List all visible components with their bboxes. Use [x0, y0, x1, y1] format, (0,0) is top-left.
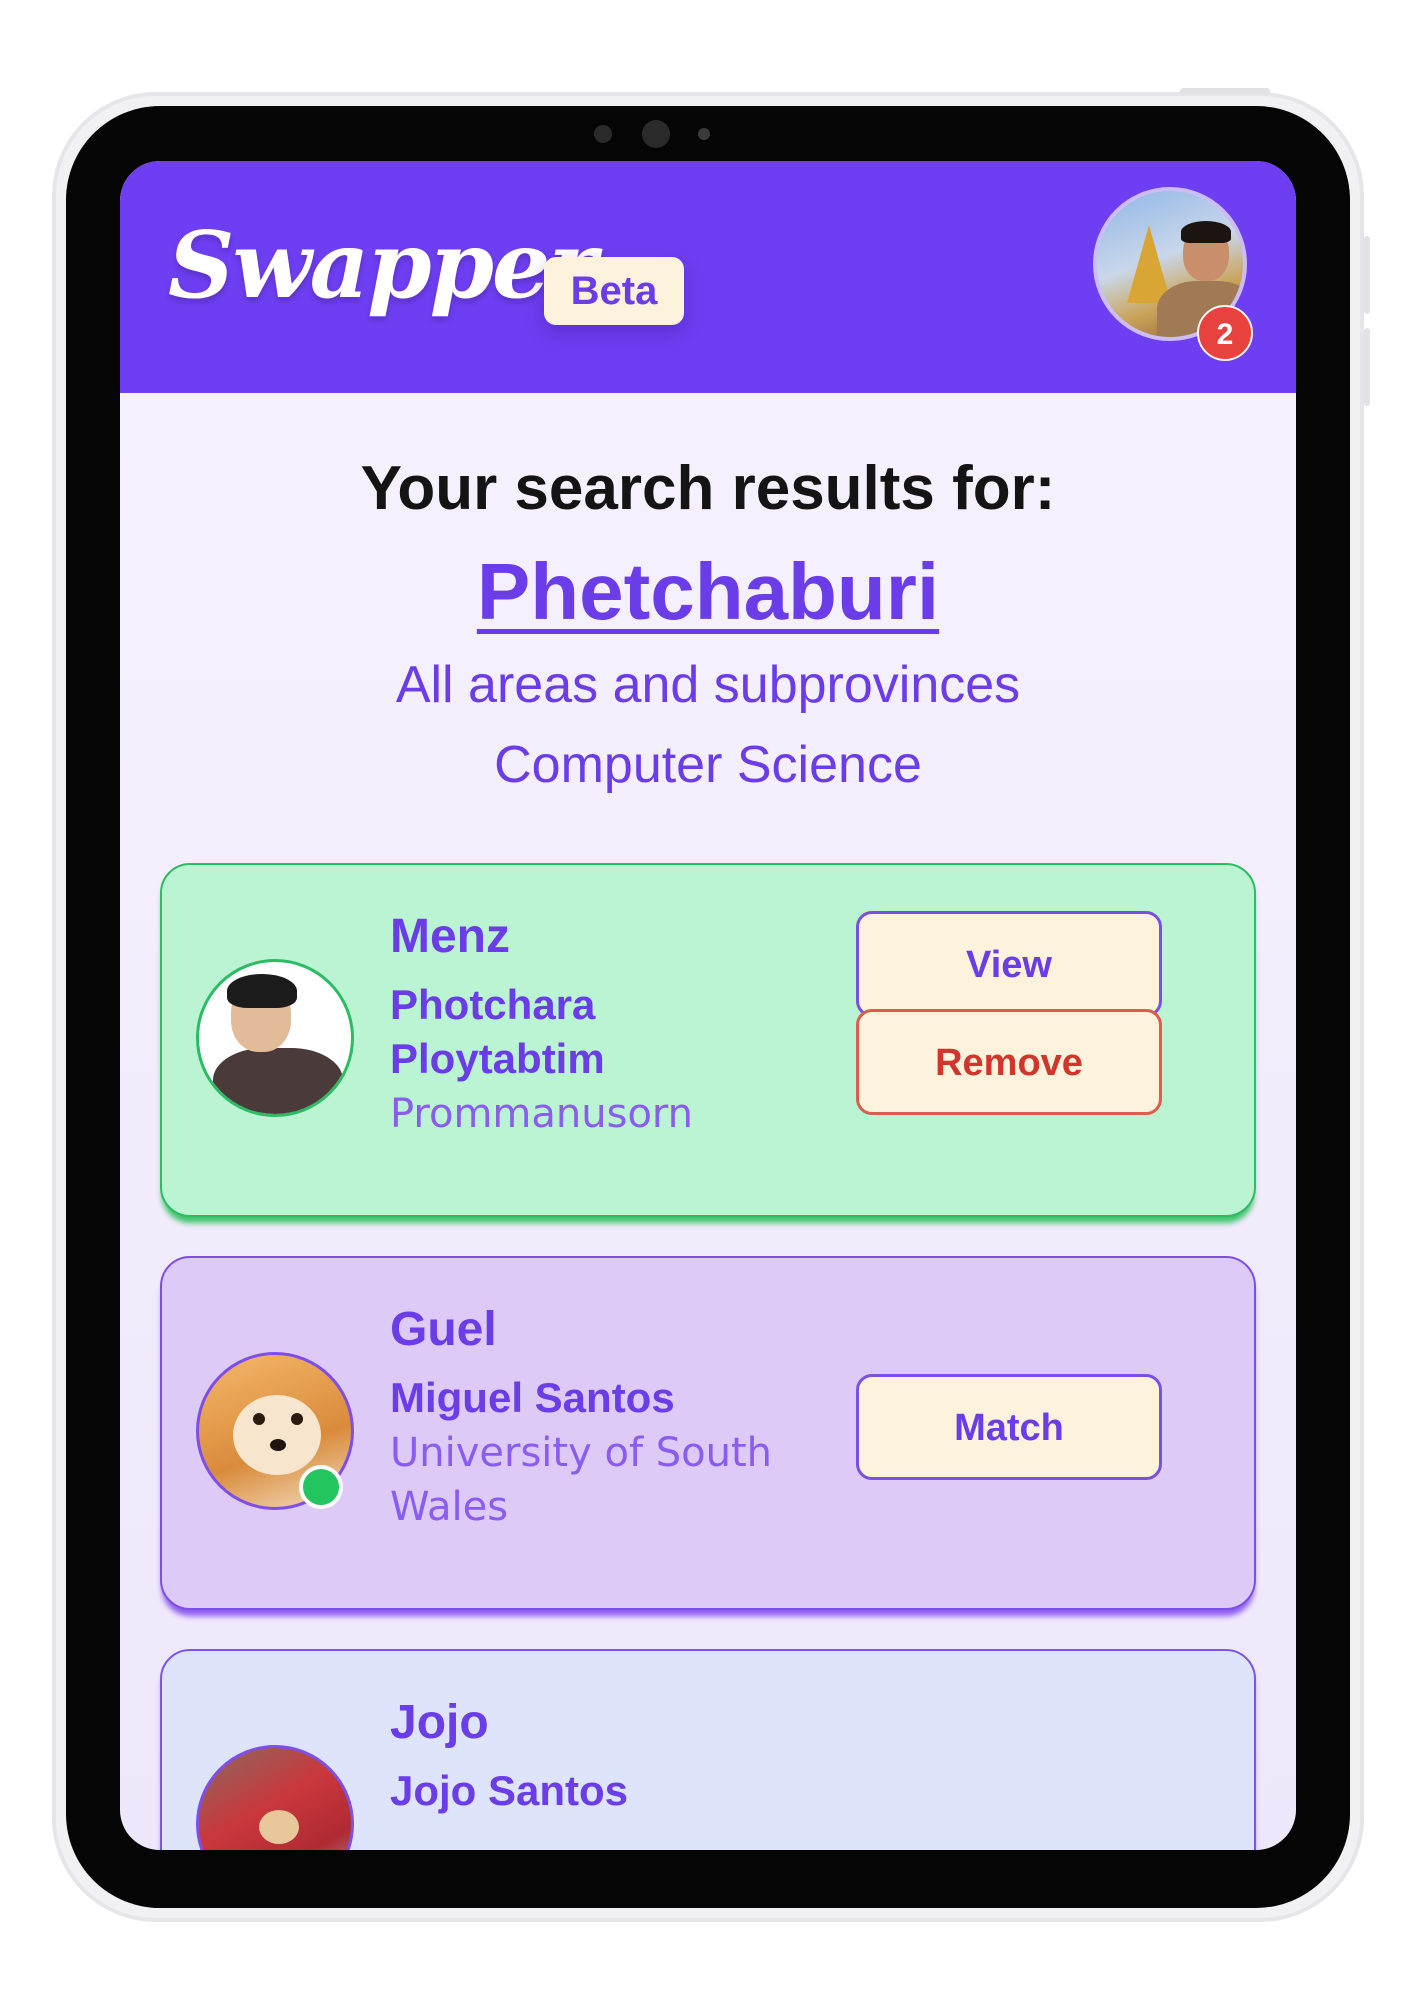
result-card-guel[interactable]: Guel Miguel Santos University of South W…: [160, 1256, 1256, 1610]
avatar-hair-shape: [227, 974, 297, 1008]
beta-badge: Beta: [544, 257, 684, 325]
user-first-name: Photchara: [390, 981, 596, 1028]
user-middle-name: Ploytabtim: [390, 1035, 605, 1082]
user-full-name: Jojo Santos: [390, 1767, 629, 1814]
app-logo[interactable]: Swapper: [168, 211, 597, 319]
result-card-menz[interactable]: Menz Photchara Ploytabtim Prommanusorn V…: [160, 863, 1256, 1217]
user-avatar[interactable]: [196, 1352, 354, 1510]
user-nickname: Menz: [390, 910, 510, 963]
search-location-link[interactable]: Phetchaburi: [120, 546, 1296, 638]
tablet-top-button: [1180, 88, 1270, 94]
avatar-hair-shape: [1181, 221, 1231, 243]
light-sensor: [698, 128, 710, 140]
sensor-dot: [594, 125, 612, 143]
match-button[interactable]: Match: [856, 1374, 1162, 1480]
tablet-volume-down: [1364, 328, 1370, 406]
user-university-line2: Wales: [390, 1484, 509, 1530]
user-avatar[interactable]: [196, 1745, 354, 1850]
result-card-jojo[interactable]: Jojo Jojo Santos: [160, 1649, 1256, 1850]
user-nickname: Guel: [390, 1303, 497, 1356]
cat-shape: [259, 1810, 299, 1844]
search-results-heading: Your search results for:: [360, 454, 1056, 523]
user-avatar[interactable]: [196, 959, 354, 1117]
remove-button[interactable]: Remove: [856, 1009, 1162, 1115]
user-university-line1: University of South: [390, 1430, 773, 1476]
camera-bar: [590, 118, 720, 148]
user-last-name: Prommanusorn: [390, 1091, 694, 1137]
dog-nose-shape: [270, 1439, 286, 1451]
app-header: Swapper Beta 2: [120, 161, 1296, 393]
notification-badge[interactable]: 2: [1197, 305, 1253, 361]
online-status-indicator: [299, 1465, 343, 1509]
tablet-volume-up: [1364, 236, 1370, 314]
view-button[interactable]: View: [856, 911, 1162, 1017]
search-area-label: All areas and subprovinces: [395, 656, 1021, 714]
search-field-label: Computer Science: [494, 736, 922, 794]
avatar-body-shape: [213, 1048, 343, 1114]
user-nickname: Jojo: [390, 1696, 489, 1749]
dog-face-shape: [233, 1395, 321, 1475]
user-full-name: Miguel Santos: [390, 1374, 675, 1421]
app-screen: Swapper Beta 2 Your search results for: …: [120, 161, 1296, 1850]
dog-eye-shape: [253, 1413, 265, 1425]
dog-eye-shape: [291, 1413, 303, 1425]
camera-lens: [642, 120, 670, 148]
